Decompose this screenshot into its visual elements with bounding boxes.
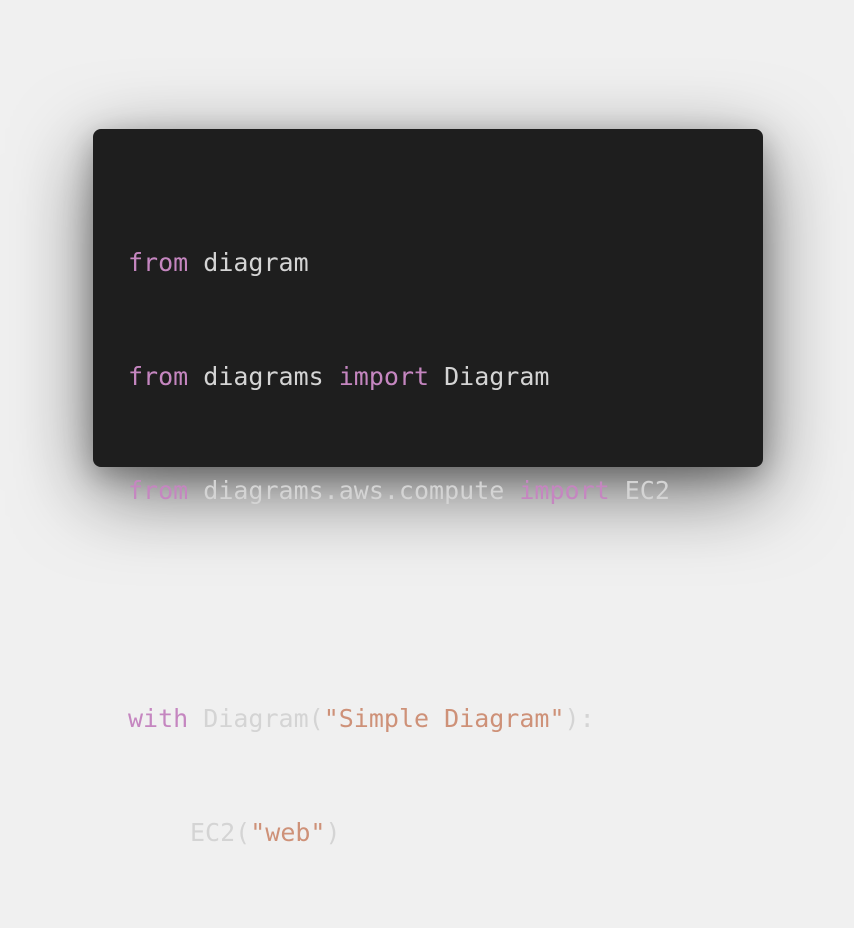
punctuation-token: ): [564, 704, 595, 733]
code-line-4-blank [128, 586, 763, 624]
module-token: diagrams.aws.compute [188, 476, 520, 505]
module-token: diagrams [188, 362, 339, 391]
punctuation-token: ) [325, 818, 341, 847]
call-token: EC2( [190, 818, 251, 847]
code-line-5: with Diagram("Simple Diagram"): [128, 700, 763, 738]
keyword-token: from [128, 362, 189, 391]
keyword-token: import [338, 362, 430, 391]
code-line-1: from diagram [128, 244, 763, 282]
string-token: "web" [250, 818, 326, 847]
keyword-token: from [128, 476, 189, 505]
keyword-token: from [128, 248, 189, 277]
code-line-6: EC2("web") [128, 814, 763, 852]
code-block: from diagram from diagrams import Diagra… [128, 168, 763, 928]
keyword-token: import [519, 476, 610, 505]
call-token: Diagram( [188, 704, 324, 733]
import-name-token: EC2 [609, 476, 670, 505]
import-name-token: Diagram [429, 362, 550, 391]
keyword-token: with [128, 704, 189, 733]
page-background: { "code": { "lines": [ {"kw1": "from", "… [0, 0, 854, 847]
string-token: "Simple Diagram" [323, 704, 565, 733]
code-snippet-card: from diagram from diagrams import Diagra… [93, 129, 763, 847]
module-token: diagram [188, 248, 309, 277]
code-line-2: from diagrams import Diagram [128, 358, 763, 396]
code-line-3: from diagrams.aws.compute import EC2 [128, 472, 763, 510]
